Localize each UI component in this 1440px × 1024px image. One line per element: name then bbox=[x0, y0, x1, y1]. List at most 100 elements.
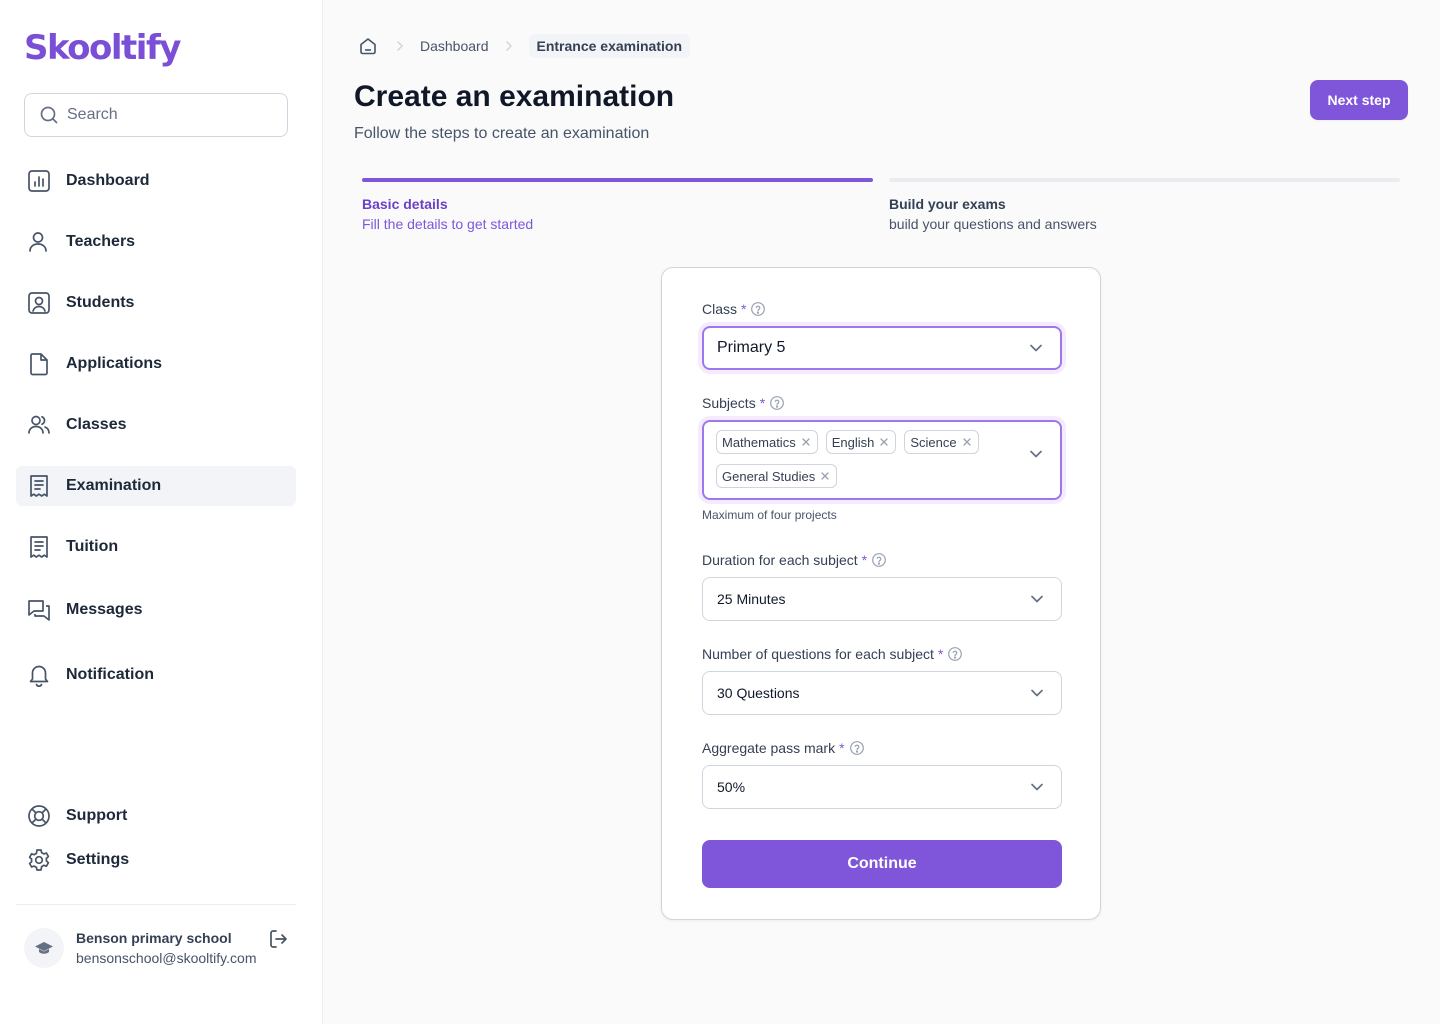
chevron-down-icon bbox=[1031, 689, 1043, 697]
subjects-label: Subjects * bbox=[702, 395, 785, 411]
step-basic-details[interactable]: Basic details Fill the details to get st… bbox=[362, 178, 873, 232]
sidebar-item-label: Classes bbox=[66, 416, 127, 433]
close-icon[interactable] bbox=[878, 436, 890, 448]
close-icon[interactable] bbox=[819, 470, 831, 482]
required-mark: * bbox=[741, 301, 747, 317]
sidebar-item-support[interactable]: Support bbox=[16, 796, 296, 836]
chevron-right-icon bbox=[397, 41, 404, 51]
step-title: Build your exams bbox=[889, 196, 1006, 212]
sidebar-item-label: Tuition bbox=[66, 538, 119, 555]
class-value: Primary 5 bbox=[717, 339, 786, 356]
sidebar-item-messages[interactable]: Messages bbox=[16, 590, 296, 630]
file-icon bbox=[30, 353, 48, 376]
breadcrumb-home[interactable] bbox=[356, 34, 380, 58]
continue-button[interactable]: Continue bbox=[702, 840, 1062, 888]
sidebar-item-label: Support bbox=[66, 807, 128, 824]
chart-icon bbox=[28, 170, 50, 192]
chevron-down-icon bbox=[1030, 450, 1042, 458]
help-circle-icon[interactable] bbox=[947, 646, 963, 662]
questions-label: Number of questions for each subject * bbox=[702, 646, 963, 662]
app-logo: Skooltify bbox=[24, 28, 181, 68]
subjects-hint: Maximum of four projects bbox=[702, 508, 837, 522]
exam-form-card: Class * Primary 5 Subjects * Mathematics E… bbox=[661, 267, 1101, 920]
chevron-down-icon bbox=[1031, 783, 1043, 791]
help-circle-icon[interactable] bbox=[769, 395, 785, 411]
sidebar-item-label: Dashboard bbox=[66, 172, 150, 189]
subject-tag-label: Mathematics bbox=[722, 434, 796, 450]
account-name: Benson primary school bbox=[76, 930, 232, 946]
sidebar-item-tuition[interactable]: Tuition bbox=[16, 527, 296, 567]
duration-value: 25 Minutes bbox=[717, 591, 786, 607]
search-input[interactable] bbox=[67, 106, 277, 124]
messages-icon bbox=[28, 600, 50, 621]
duration-label-text: Duration for each subject bbox=[702, 552, 858, 568]
users-icon bbox=[28, 415, 50, 434]
close-icon[interactable] bbox=[961, 436, 973, 448]
account-email: bensonschool@skooltify.com bbox=[76, 950, 257, 966]
receipt-icon bbox=[30, 536, 48, 558]
graduation-cap-icon bbox=[35, 942, 53, 954]
sidebar-item-teachers[interactable]: Teachers bbox=[16, 222, 296, 262]
sidebar-item-students[interactable]: Students bbox=[16, 283, 296, 323]
questions-select[interactable]: 30 Questions bbox=[702, 671, 1062, 715]
required-mark: * bbox=[937, 646, 944, 662]
help-circle-icon[interactable] bbox=[849, 740, 865, 756]
sidebar-item-notification[interactable]: Notification bbox=[16, 655, 296, 695]
pass-mark-select[interactable]: 50% bbox=[702, 765, 1062, 809]
pass-mark-label: Aggregate pass mark * bbox=[702, 740, 865, 756]
chevron-right-icon bbox=[505, 41, 512, 51]
sidebar-item-classes[interactable]: Classes bbox=[16, 405, 296, 445]
questions-value: 30 Questions bbox=[717, 685, 800, 701]
duration-label: Duration for each subject * bbox=[702, 552, 887, 568]
sidebar-item-label: Messages bbox=[66, 601, 143, 618]
pass-mark-label-text: Aggregate pass mark bbox=[702, 740, 836, 756]
sidebar-item-label: Teachers bbox=[66, 233, 136, 250]
sidebar-item-dashboard[interactable]: Dashboard bbox=[16, 161, 296, 201]
user-square-icon bbox=[28, 292, 50, 314]
receipt-icon bbox=[30, 475, 48, 497]
breadcrumb-current[interactable]: Entrance examination bbox=[528, 34, 690, 58]
duration-select[interactable]: 25 Minutes bbox=[702, 577, 1062, 621]
class-select[interactable]: Primary 5 bbox=[702, 326, 1062, 370]
sidebar-item-label: Notification bbox=[66, 666, 154, 683]
subjects-label-text: Subjects bbox=[702, 395, 756, 411]
gear-icon bbox=[28, 849, 50, 871]
subjects-multiselect[interactable]: Mathematics English Science General Stud… bbox=[702, 420, 1062, 500]
subject-tag-label: English bbox=[831, 434, 875, 450]
subject-tag: Science bbox=[904, 430, 979, 454]
step-progress-bar bbox=[889, 178, 1400, 182]
avatar[interactable] bbox=[24, 928, 64, 968]
next-step-button[interactable]: Next step bbox=[1310, 80, 1408, 120]
sidebar-item-examination[interactable]: Examination bbox=[16, 466, 296, 506]
sidebar-item-label: Students bbox=[66, 294, 135, 311]
life-buoy-icon bbox=[28, 805, 50, 827]
required-mark: * bbox=[839, 740, 845, 756]
sidebar-item-settings[interactable]: Settings bbox=[16, 840, 296, 880]
step-progress-bar bbox=[362, 178, 873, 182]
help-circle-icon[interactable] bbox=[750, 301, 766, 317]
subject-tag: Mathematics bbox=[716, 430, 818, 454]
pass-mark-value: 50% bbox=[717, 779, 746, 795]
help-circle-icon[interactable] bbox=[871, 552, 887, 568]
step-build-exams[interactable]: Build your exams build your questions an… bbox=[889, 178, 1400, 232]
account-card: Benson primary school bensonschool@skool… bbox=[24, 928, 296, 972]
sidebar-item-applications[interactable]: Applications bbox=[16, 344, 296, 384]
required-mark: * bbox=[861, 552, 868, 568]
page-title: Create an examination bbox=[354, 80, 675, 113]
sidebar-item-label: Applications bbox=[66, 355, 163, 372]
questions-label-text: Number of questions for each subject bbox=[702, 646, 934, 662]
subject-tag-label: General Studies bbox=[722, 468, 816, 484]
step-title: Basic details bbox=[362, 196, 448, 212]
breadcrumb: Dashboard Entrance examination bbox=[356, 32, 690, 60]
sidebar-item-label: Examination bbox=[66, 477, 162, 494]
sidebar-divider bbox=[16, 904, 296, 905]
class-label-text: Class bbox=[702, 301, 738, 317]
home-icon bbox=[360, 38, 376, 55]
close-icon[interactable] bbox=[800, 436, 812, 448]
search-box[interactable] bbox=[24, 93, 288, 137]
subject-tag: General Studies bbox=[716, 464, 838, 488]
logout-icon[interactable] bbox=[268, 928, 290, 950]
breadcrumb-dashboard[interactable]: Dashboard bbox=[420, 38, 489, 54]
step-description: build your questions and answers bbox=[889, 216, 1097, 232]
bell-icon bbox=[29, 665, 49, 687]
